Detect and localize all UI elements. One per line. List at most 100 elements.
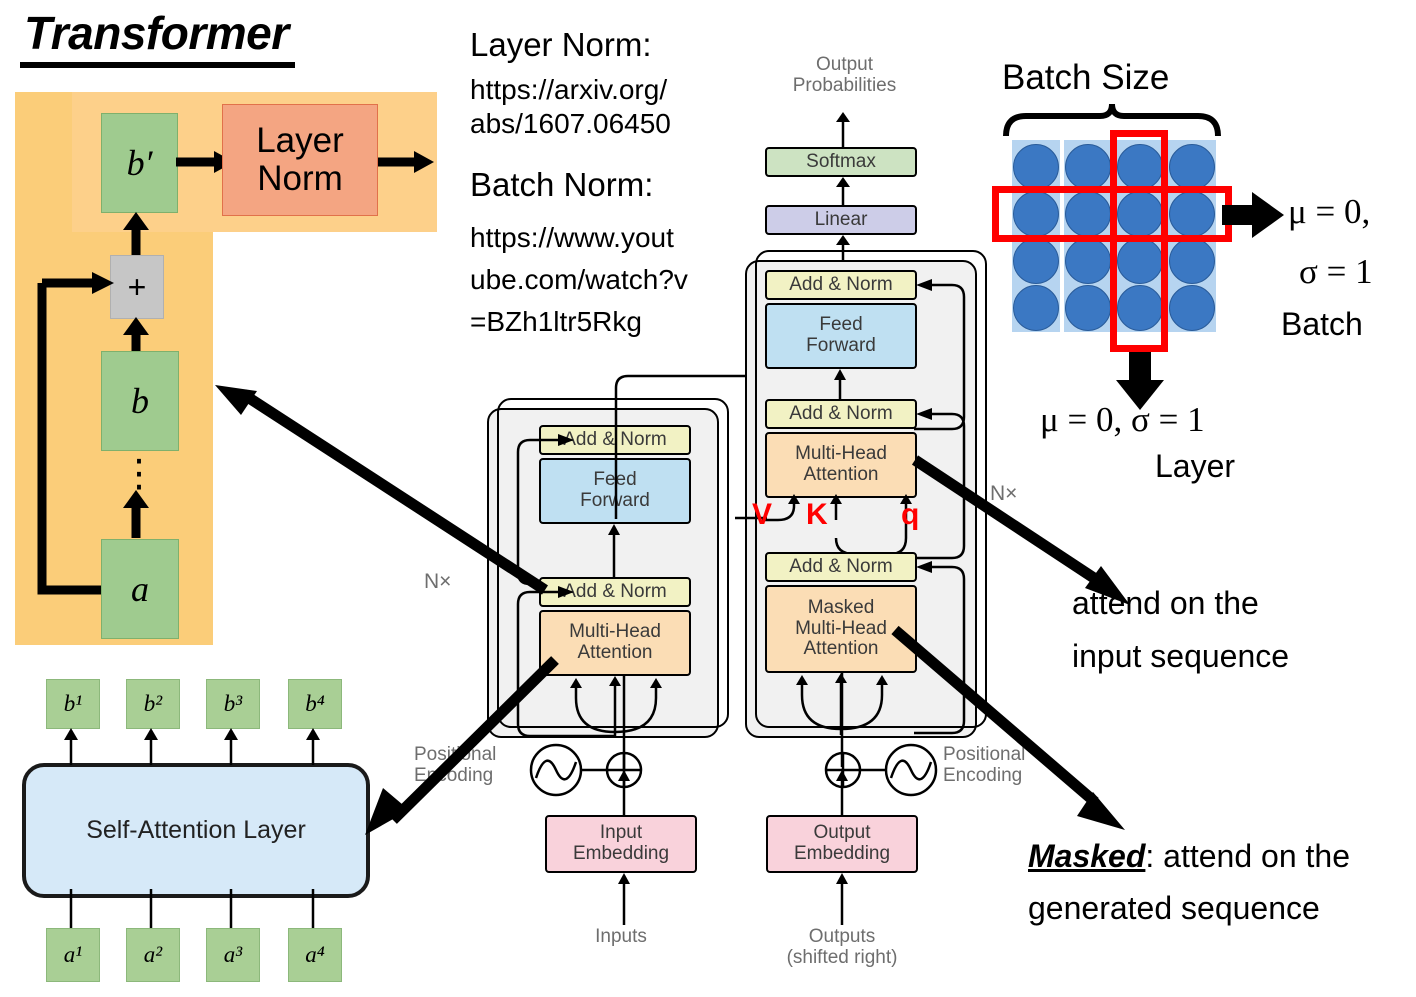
arrow-inputs-to-embedding — [618, 873, 630, 925]
self-attention-output-b3: b³ — [206, 679, 260, 729]
layer-norm-box: Layer Norm — [222, 104, 378, 216]
batch-dot — [1013, 285, 1059, 331]
softmax-box: Softmax — [765, 147, 917, 177]
decoder-add-norm-middle-label: Add & Norm — [789, 402, 893, 424]
batch-stat-line1: μ = 0, — [1288, 192, 1371, 231]
batch-norm-reference-heading: Batch Norm: — [470, 166, 654, 203]
self-attention-input-a1: a¹ — [46, 928, 100, 982]
attend-input-note-line1: attend on the — [1072, 585, 1259, 621]
batch-dot — [1169, 238, 1215, 284]
vdots-label: ⋮ — [120, 453, 158, 495]
self-attention-input-a3: a³ — [206, 928, 260, 982]
masked-rest: : attend on the — [1145, 838, 1350, 874]
arrow-outputs-to-embedding — [836, 873, 848, 925]
decoder-add-norm-top: Add & Norm — [765, 270, 917, 300]
output-embedding-line1: Output — [813, 822, 871, 844]
inputs-label: Inputs — [595, 926, 647, 947]
decoder-cross-line2: Attention — [803, 464, 879, 485]
self-attention-layer-box: Self-Attention Layer — [22, 763, 370, 898]
batch-stat-line2: σ = 1 — [1299, 252, 1373, 291]
decoder-feed-forward: Feed Forward — [765, 303, 917, 369]
layer-norm-label-line1: Layer — [256, 120, 344, 160]
batch-stat-arrow — [1222, 192, 1284, 238]
decoder-input-rail — [840, 673, 844, 767]
annotation-arrow-attend-input — [911, 455, 1130, 605]
a4-label: a⁴ — [305, 942, 325, 967]
decoder-cross-line1: Multi-Head — [795, 443, 887, 465]
decoder-masked-line3: Attention — [803, 638, 879, 660]
batch-size-label: Batch Size — [1002, 58, 1170, 97]
decoder-cross-attention: Multi-Head Attention — [765, 432, 917, 498]
decoder-masked-line1: Masked — [807, 597, 875, 619]
input-embedding-line1: Input — [599, 822, 643, 844]
attend-input-note-line2: input sequence — [1072, 638, 1290, 674]
layer-norm-url-line2: abs/1607.06450 — [470, 108, 671, 139]
a-label: a — [131, 569, 149, 609]
b-label: b — [131, 381, 149, 421]
masked-keyword: Masked — [1028, 838, 1146, 874]
output-prob-line2: Probabilities — [792, 74, 897, 96]
output-probabilities-label: Output Probabilities — [757, 54, 932, 97]
masked-note-line2: generated sequence — [1028, 890, 1320, 926]
batch-dot — [1013, 238, 1059, 284]
batch-dot — [1065, 285, 1111, 331]
batch-dot — [1169, 285, 1215, 331]
self-attention-output-arrows — [64, 728, 320, 765]
batch-norm-url-line2: ube.com/watch?v — [470, 264, 688, 295]
outputs-label: Outputs (shifted right) — [778, 926, 906, 969]
annotation-arrow-to-self-attention — [365, 656, 559, 835]
batch-dot — [1169, 144, 1215, 190]
input-embedding-box: Input Embedding — [545, 815, 697, 873]
masked-note-line1: Masked: attend on the — [1028, 838, 1350, 876]
b3-label: b³ — [223, 691, 243, 716]
self-attention-output-b1: b¹ — [46, 679, 100, 729]
annotation-arrow-to-b-box — [215, 385, 548, 595]
layer-word-label: Layer — [1155, 448, 1236, 484]
a2-label: a² — [143, 942, 163, 967]
output-embedding-line2: Embedding — [793, 843, 891, 864]
linear-label: Linear — [814, 208, 868, 230]
batch-dot — [1065, 144, 1111, 190]
arrow-softmax-to-output — [836, 112, 850, 148]
decoder-masked-line2: Multi-Head — [795, 617, 887, 639]
layer-stat-label: μ = 0, σ = 1 — [1040, 400, 1205, 439]
batch-word-label: Batch — [1281, 306, 1363, 342]
decoder-ff-line2: Forward — [806, 335, 876, 356]
b4-label: b⁴ — [305, 691, 325, 716]
decoder-add-norm-middle: Add & Norm — [765, 399, 917, 429]
self-attention-output-b2: b² — [126, 679, 180, 729]
arrow-a-to-b — [123, 490, 149, 538]
decoder-ff-line1: Feed — [819, 314, 863, 336]
encoder-input-rail — [622, 676, 626, 770]
outputs-line1: Outputs — [808, 926, 876, 947]
arrow-layernorm-out — [378, 151, 434, 173]
decoder-add-norm-bottom: Add & Norm — [765, 552, 917, 582]
a-box: a — [101, 539, 179, 639]
arrow-plus-to-bprime — [123, 212, 149, 260]
self-attention-output-b4: b⁴ — [288, 679, 342, 729]
self-attention-input-a4: a⁴ — [288, 928, 342, 982]
input-embedding-line2: Embedding — [572, 843, 670, 864]
outputs-line2: (shifted right) — [786, 946, 898, 968]
linear-box: Linear — [765, 205, 917, 235]
b2-label: b² — [143, 691, 163, 716]
batch-norm-url-line1: https://www.yout — [470, 222, 674, 253]
layer-norm-label-line2: Norm — [257, 159, 343, 198]
a1-label: a¹ — [63, 942, 83, 967]
b-prime-label: b′ — [126, 143, 153, 183]
layer-norm-reference-heading: Layer Norm: — [470, 26, 652, 63]
softmax-label: Softmax — [806, 150, 876, 172]
b-box: b — [101, 351, 179, 451]
k-label: K — [806, 498, 828, 531]
batch-norm-url-line3: =BZh1ltr5Rkg — [470, 306, 642, 337]
a3-label: a³ — [223, 942, 243, 967]
decoder-add-norm-top-label: Add & Norm — [789, 273, 893, 295]
v-label: V — [752, 498, 773, 531]
decoder-add-norm-bottom-label: Add & Norm — [789, 555, 893, 577]
b1-label: b¹ — [63, 691, 83, 716]
self-attention-layer-label: Self-Attention Layer — [86, 816, 306, 844]
self-attention-input-lines — [69, 889, 315, 929]
b-prime-box: b′ — [101, 113, 178, 213]
output-prob-line1: Output — [815, 54, 874, 75]
batch-dot — [1013, 144, 1059, 190]
